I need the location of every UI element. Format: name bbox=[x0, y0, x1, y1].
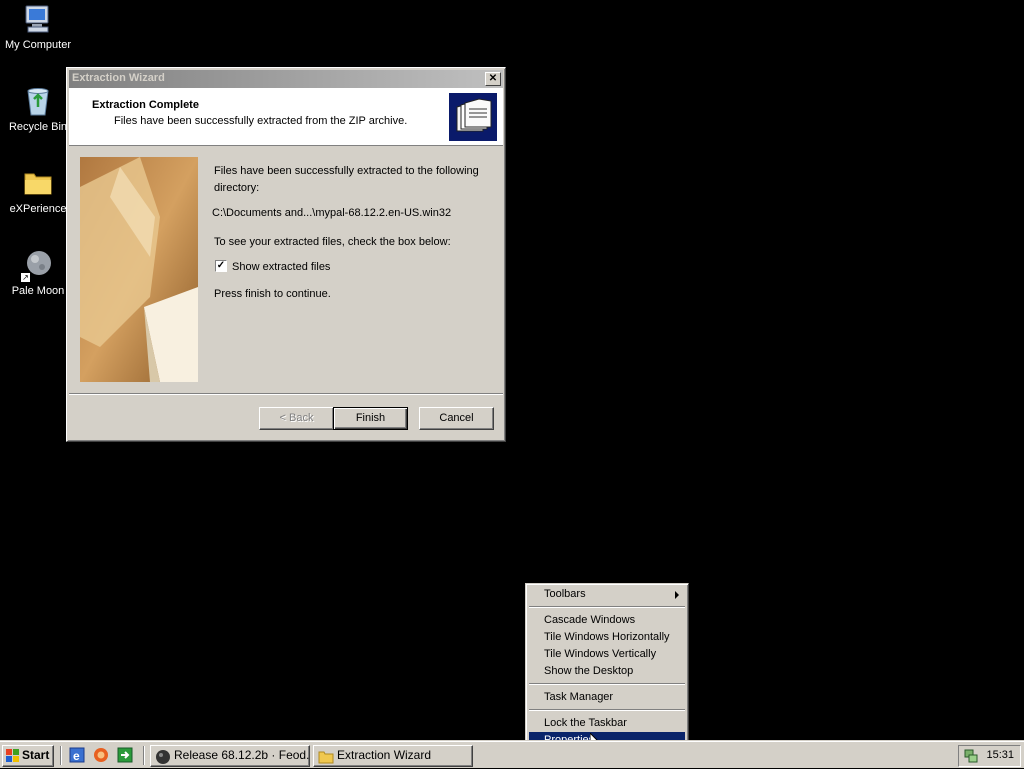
desktop-icon-recycle-bin[interactable]: Recycle Bin bbox=[0, 85, 76, 133]
windows-flag-icon bbox=[6, 749, 20, 763]
back-button[interactable]: < Back bbox=[259, 407, 334, 430]
ie-icon[interactable]: e bbox=[69, 747, 85, 763]
menu-item-tile-vertically[interactable]: Tile Windows Vertically bbox=[529, 646, 685, 663]
task-button-extraction-wizard[interactable]: Extraction Wizard bbox=[313, 745, 473, 767]
body-line-1: Files have been successfully extracted t… bbox=[214, 165, 479, 177]
folders-icon bbox=[449, 93, 497, 141]
desktop-icon-label: Recycle Bin bbox=[8, 121, 68, 133]
menu-separator bbox=[529, 709, 685, 711]
folder-icon bbox=[318, 749, 334, 765]
press-finish-text: Press finish to continue. bbox=[214, 288, 331, 300]
pale-moon-icon: ↗ bbox=[20, 249, 54, 283]
show-desktop-icon[interactable] bbox=[117, 747, 133, 763]
dialog-separator bbox=[69, 393, 503, 395]
desktop-icon-label: My Computer bbox=[4, 39, 72, 51]
taskbar[interactable]: Start e Release 68.12.2b · Feod... Extra… bbox=[0, 740, 1024, 768]
wizard-side-image bbox=[80, 157, 198, 382]
shortcut-arrow-icon: ↗ bbox=[20, 272, 31, 283]
my-computer-icon bbox=[22, 3, 54, 35]
desktop-icon-label: eXPerience bbox=[9, 203, 67, 215]
menu-separator bbox=[529, 606, 685, 608]
extracted-path: C:\Documents and...\mypal-68.12.2.en-US.… bbox=[212, 207, 452, 219]
start-button[interactable]: Start bbox=[2, 745, 54, 767]
menu-item-lock-taskbar[interactable]: Lock the Taskbar bbox=[529, 715, 685, 732]
task-button-pale-moon[interactable]: Release 68.12.2b · Feod... bbox=[150, 745, 310, 767]
menu-item-tile-horizontally[interactable]: Tile Windows Horizontally bbox=[529, 629, 685, 646]
menu-item-show-desktop[interactable]: Show the Desktop bbox=[529, 663, 685, 680]
checkbox-label[interactable]: Show extracted files bbox=[232, 261, 330, 273]
network-icon[interactable] bbox=[963, 748, 979, 764]
svg-text:e: e bbox=[73, 749, 80, 763]
finish-button[interactable]: Finish bbox=[333, 407, 408, 430]
system-tray: 15:31 bbox=[958, 745, 1021, 767]
show-files-checkbox[interactable]: ✓ bbox=[215, 260, 227, 272]
dialog-titlebar[interactable]: Extraction Wizard ✕ bbox=[69, 70, 503, 88]
close-button[interactable]: ✕ bbox=[485, 72, 501, 86]
start-label: Start bbox=[22, 748, 50, 762]
body-line-2: directory: bbox=[214, 182, 260, 194]
menu-item-toolbars[interactable]: Toolbars bbox=[529, 586, 685, 603]
quick-launch-separator bbox=[143, 746, 145, 765]
desktop: My Computer Recycle Bin eXPerience ↗ Pal… bbox=[0, 0, 1024, 752]
desktop-icon-label: Pale Moon bbox=[11, 285, 65, 297]
taskbar-context-menu: Toolbars Cascade Windows Tile Windows Ho… bbox=[525, 583, 689, 752]
task-label: Extraction Wizard bbox=[337, 748, 432, 762]
wizard-header: Extraction Complete Files have been succ… bbox=[69, 88, 503, 146]
header-subtitle: Files have been successfully extracted f… bbox=[114, 115, 408, 127]
desktop-icon-experience[interactable]: eXPerience bbox=[0, 167, 76, 215]
see-files-text: To see your extracted files, check the b… bbox=[214, 236, 451, 248]
pale-moon-icon bbox=[155, 749, 171, 765]
quick-launch-separator bbox=[60, 746, 62, 765]
task-label: Release 68.12.2b · Feod... bbox=[174, 748, 310, 762]
menu-separator bbox=[529, 683, 685, 685]
menu-item-label: Toolbars bbox=[544, 588, 586, 600]
menu-item-cascade-windows[interactable]: Cascade Windows bbox=[529, 612, 685, 629]
cancel-button[interactable]: Cancel bbox=[419, 407, 494, 430]
browser-icon[interactable] bbox=[93, 747, 109, 763]
folder-icon bbox=[22, 167, 54, 199]
desktop-icon-my-computer[interactable]: My Computer bbox=[0, 3, 76, 51]
recycle-bin-icon bbox=[22, 85, 54, 117]
menu-item-task-manager[interactable]: Task Manager bbox=[529, 689, 685, 706]
submenu-arrow-icon bbox=[675, 591, 679, 599]
extraction-wizard-dialog: Extraction Wizard ✕ Extraction Complete … bbox=[66, 67, 506, 442]
clock[interactable]: 15:31 bbox=[986, 749, 1014, 761]
dialog-title: Extraction Wizard bbox=[72, 72, 165, 84]
desktop-icon-pale-moon[interactable]: ↗ Pale Moon bbox=[0, 249, 76, 297]
header-title: Extraction Complete bbox=[92, 99, 199, 111]
